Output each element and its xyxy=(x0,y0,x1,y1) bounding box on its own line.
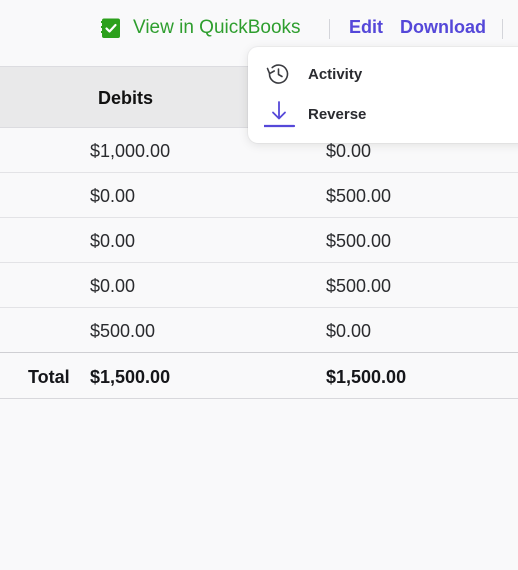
credit-cell: $500.00 xyxy=(326,186,392,206)
table-row: $500.00 $0.00 xyxy=(0,308,518,353)
total-label: Total xyxy=(28,367,70,387)
credit-cell: $500.00 xyxy=(326,231,392,251)
actions-dropdown-menu: Activity Reverse xyxy=(248,47,518,143)
credit-cell: $0.00 xyxy=(326,141,372,161)
column-header-debits: Debits xyxy=(98,88,154,108)
menu-item-activity[interactable]: Activity xyxy=(248,55,518,93)
debit-cell: $1,000.00 xyxy=(90,141,171,161)
download-button[interactable]: Download xyxy=(400,17,486,38)
total-credit: $1,500.00 xyxy=(326,367,407,387)
toolbar-divider xyxy=(502,19,503,39)
debit-cell: $0.00 xyxy=(90,186,136,206)
debit-cell: $0.00 xyxy=(90,276,136,296)
table-row: $0.00 $500.00 xyxy=(0,173,518,218)
table-row: $0.00 $500.00 xyxy=(0,263,518,308)
menu-item-reverse-label: Reverse xyxy=(308,105,367,123)
table-row: $0.00 $500.00 xyxy=(0,218,518,263)
total-debit: $1,500.00 xyxy=(90,367,171,387)
quickbooks-checklist-icon xyxy=(101,17,121,39)
menu-item-activity-label: Activity xyxy=(308,65,363,83)
view-in-quickbooks-link[interactable]: View in QuickBooks xyxy=(101,16,301,40)
credit-cell: $500.00 xyxy=(326,276,392,296)
toolbar-divider xyxy=(329,19,330,39)
total-row: Total $1,500.00 $1,500.00 xyxy=(0,352,518,399)
debit-cell: $0.00 xyxy=(90,231,136,251)
edit-button[interactable]: Edit xyxy=(349,17,383,38)
debit-cell: $500.00 xyxy=(90,321,156,341)
menu-item-reverse[interactable]: Reverse xyxy=(248,95,518,133)
view-in-quickbooks-label: View in QuickBooks xyxy=(133,17,301,38)
download-arrow-icon xyxy=(262,100,296,128)
credit-cell: $0.00 xyxy=(326,321,372,341)
history-icon xyxy=(264,60,292,88)
